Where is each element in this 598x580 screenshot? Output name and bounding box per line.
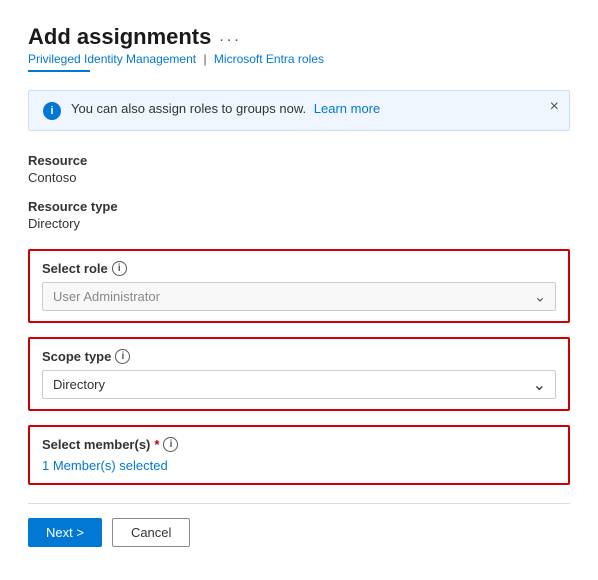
resource-value: Contoso	[28, 170, 570, 185]
resource-label: Resource	[28, 153, 570, 168]
title-underline	[28, 70, 90, 72]
breadcrumb-separator: |	[203, 52, 206, 66]
select-role-input[interactable]: User Administrator	[42, 282, 556, 311]
select-role-tooltip-icon[interactable]: i	[112, 261, 127, 276]
banner-text: You can also assign roles to groups now.…	[71, 101, 380, 116]
select-members-label-row: Select member(s) * i	[42, 437, 556, 452]
cancel-button[interactable]: Cancel	[112, 518, 190, 547]
select-role-label-row: Select role i	[42, 261, 556, 276]
breadcrumb-part2: Microsoft Entra roles	[214, 52, 324, 66]
scope-type-label-row: Scope type i	[42, 349, 556, 364]
scope-type-wrapper[interactable]: DirectoryAdministrative Unit ⌄	[42, 370, 556, 399]
select-role-group: Select role i User Administrator ⌄	[28, 249, 570, 323]
info-banner: i You can also assign roles to groups no…	[28, 90, 570, 131]
more-options-icon[interactable]: ...	[219, 28, 241, 46]
resource-type-label: Resource type	[28, 199, 570, 214]
scope-type-tooltip-icon[interactable]: i	[115, 349, 130, 364]
info-icon: i	[43, 102, 61, 120]
select-members-group: Select member(s) * i 1 Member(s) selecte…	[28, 425, 570, 485]
resource-type-value: Directory	[28, 216, 570, 231]
breadcrumb: Privileged Identity Management | Microso…	[28, 52, 570, 66]
footer-divider	[28, 503, 570, 504]
select-role-wrapper[interactable]: User Administrator ⌄	[42, 282, 556, 311]
scope-type-input[interactable]: DirectoryAdministrative Unit	[42, 370, 556, 399]
footer-buttons: Next > Cancel	[28, 518, 570, 547]
required-star: *	[154, 437, 159, 452]
scope-type-label: Scope type	[42, 349, 111, 364]
next-button[interactable]: Next >	[28, 518, 102, 547]
select-members-label: Select member(s)	[42, 437, 150, 452]
resource-section: Resource Contoso	[28, 153, 570, 185]
close-icon[interactable]: ×	[550, 99, 559, 115]
breadcrumb-part1: Privileged Identity Management	[28, 52, 196, 66]
resource-type-section: Resource type Directory	[28, 199, 570, 231]
members-selected-link[interactable]: 1 Member(s) selected	[42, 458, 168, 473]
select-members-tooltip-icon[interactable]: i	[163, 437, 178, 452]
scope-type-group: Scope type i DirectoryAdministrative Uni…	[28, 337, 570, 411]
page-title: Add assignments ...	[28, 24, 570, 50]
learn-more-link[interactable]: Learn more	[314, 101, 380, 116]
select-role-label: Select role	[42, 261, 108, 276]
